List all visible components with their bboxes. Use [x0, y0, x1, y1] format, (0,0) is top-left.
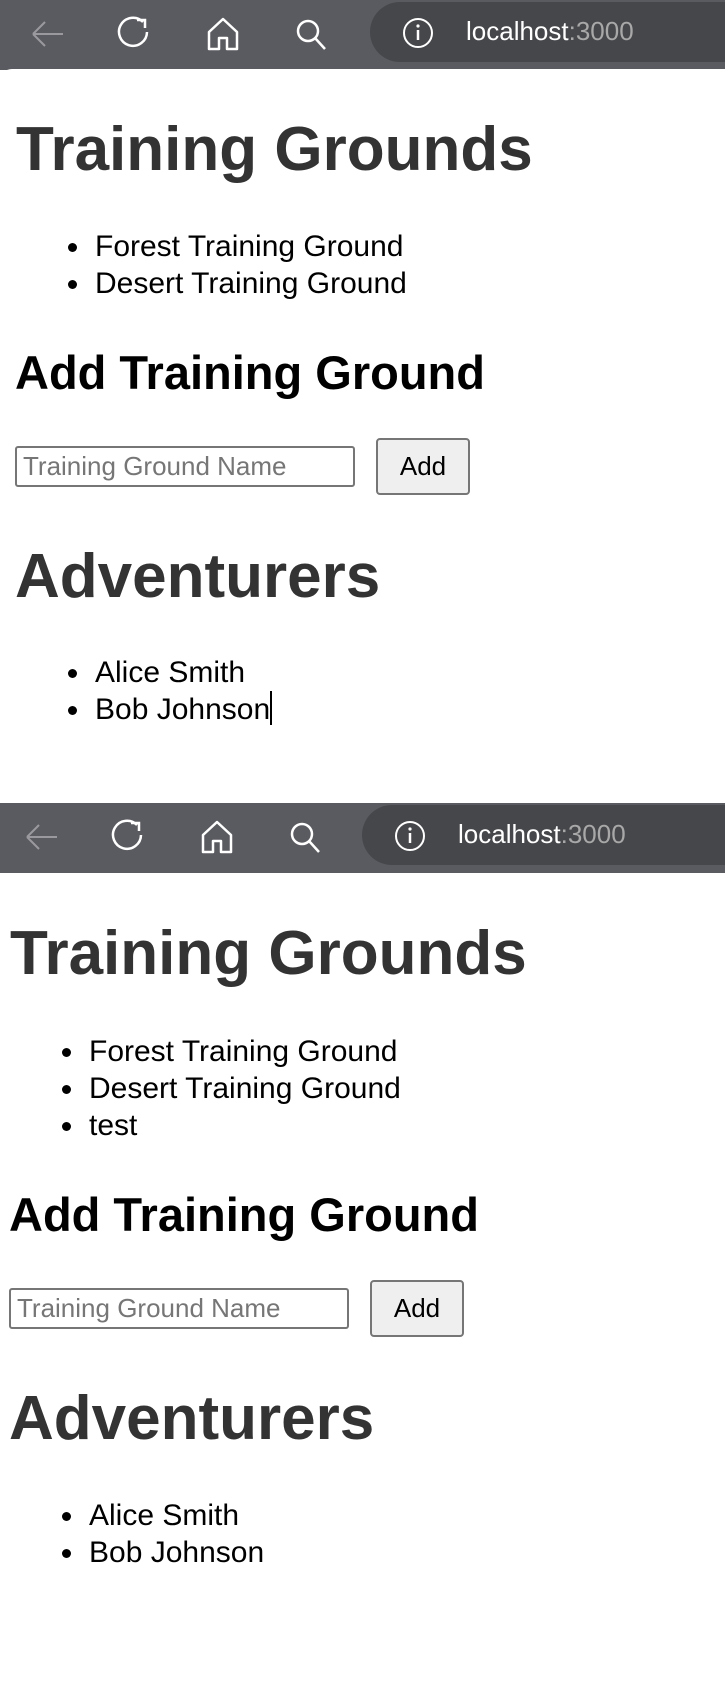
page-title: Training Grounds [10, 919, 527, 988]
add-button[interactable]: Add [370, 1280, 464, 1337]
search-icon[interactable] [291, 14, 331, 54]
list-item: Forest Training Ground [62, 1033, 401, 1070]
training-grounds-list: Forest Training Ground Desert Training G… [68, 228, 407, 302]
info-icon[interactable] [394, 820, 426, 857]
browser-toolbar: localhost:3000 [0, 803, 725, 873]
list-item: test [62, 1107, 401, 1144]
address-bar[interactable]: localhost:3000 [362, 805, 725, 865]
list-item: Alice Smith [61, 1497, 264, 1534]
list-item: Alice Smith [67, 654, 272, 691]
info-icon[interactable] [402, 17, 434, 54]
adventurers-title: Adventurers [9, 1384, 375, 1453]
home-icon[interactable] [203, 14, 243, 54]
training-grounds-list: Forest Training Ground Desert Training G… [62, 1033, 401, 1144]
search-icon[interactable] [285, 817, 325, 857]
adventurers-title: Adventurers [15, 542, 381, 611]
training-ground-name-input[interactable] [15, 446, 355, 487]
refresh-icon[interactable] [109, 817, 149, 857]
browser-toolbar: localhost:3000 [0, 0, 725, 70]
list-item: Desert Training Ground [62, 1072, 401, 1105]
list-item: Bob Johnson [61, 1536, 265, 1569]
add-heading: Add Training Ground [15, 346, 485, 399]
url-text: localhost:3000 [466, 16, 634, 46]
back-icon[interactable] [21, 817, 61, 857]
page-content: Training Grounds Forest Training Ground … [0, 873, 725, 1692]
add-heading: Add Training Ground [9, 1188, 479, 1241]
address-bar[interactable]: localhost:3000 [370, 2, 725, 62]
list-item: Bob Johnson [67, 691, 273, 726]
page-content: Training Grounds Forest Training Ground … [0, 69, 725, 804]
page-title: Training Grounds [16, 115, 533, 184]
text-cursor [270, 691, 273, 725]
list-item: Desert Training Ground [68, 267, 407, 300]
adventurers-list: Alice Smith Bob Johnson [61, 1497, 265, 1571]
refresh-icon[interactable] [115, 14, 155, 54]
url-text: localhost:3000 [458, 819, 626, 849]
list-item: Forest Training Ground [68, 228, 407, 265]
home-icon[interactable] [197, 817, 237, 857]
back-icon[interactable] [27, 14, 67, 54]
training-ground-name-input[interactable] [9, 1288, 349, 1329]
add-button[interactable]: Add [376, 438, 470, 495]
adventurers-list: Alice Smith Bob Johnson [67, 654, 273, 728]
